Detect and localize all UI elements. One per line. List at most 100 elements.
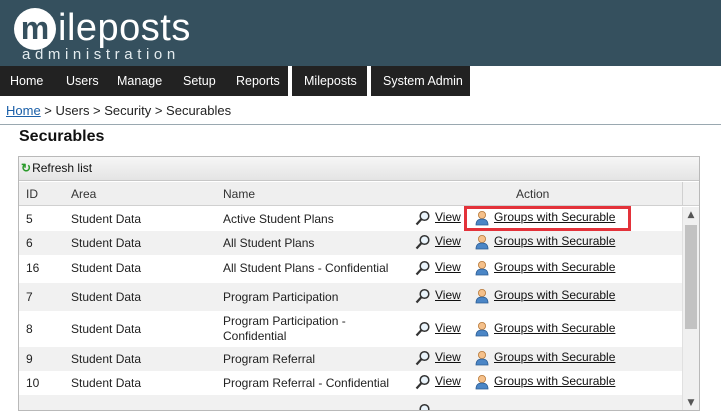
- column-header-action: Action: [516, 187, 550, 201]
- column-header-id[interactable]: ID: [26, 187, 38, 201]
- magnifier-icon: [415, 210, 430, 226]
- user-group-icon: [475, 375, 489, 390]
- view-label: View: [435, 288, 461, 303]
- scroll-down-arrow-icon[interactable]: ▼: [683, 395, 699, 410]
- view-label: View: [435, 350, 461, 365]
- magnifier-icon: [415, 234, 430, 250]
- groups-with-securable-link[interactable]: Groups with Securable: [474, 350, 615, 366]
- cell-name: Program Participation: [223, 290, 339, 304]
- logo-subtitle: administration: [22, 46, 180, 63]
- view-label: View: [435, 260, 461, 275]
- groups-label: Groups with Securable: [494, 260, 616, 275]
- cell-area: Student Data: [71, 322, 142, 336]
- nav-group-mileposts: Mileposts: [292, 66, 367, 96]
- cell-id: 5: [26, 212, 33, 226]
- logo-wordmark: ileposts: [58, 7, 191, 49]
- cell-id: 9: [26, 352, 33, 366]
- table-row: [19, 395, 682, 410]
- cell-name-line-1: Program Participation -: [223, 314, 346, 328]
- scrollbar-thumb[interactable]: [685, 225, 697, 329]
- cell-area: Student Data: [71, 236, 142, 250]
- cell-id: 10: [26, 376, 40, 390]
- table-row: 10 Student Data Program Referral - Confi…: [19, 371, 682, 395]
- cell-area: Student Data: [71, 261, 142, 275]
- view-link[interactable]: View: [415, 234, 461, 250]
- view-link[interactable]: View: [415, 210, 461, 226]
- refresh-icon: ↻: [21, 161, 32, 175]
- cell-name: Active Student Plans: [223, 212, 334, 226]
- nav-group-main: Home Users Manage Setup Reports: [0, 66, 288, 96]
- table-row: 6 Student Data All Student Plans View Gr…: [19, 231, 682, 255]
- view-label: View: [435, 321, 461, 336]
- user-group-icon: [475, 235, 489, 250]
- mileposts-logo[interactable]: m ileposts administration: [14, 6, 214, 64]
- groups-label: Groups with Securable: [494, 288, 616, 303]
- cell-name: All Student Plans - Confidential: [223, 261, 389, 275]
- cell-name-line-2: Confidential: [223, 329, 287, 343]
- column-header-area[interactable]: Area: [71, 187, 96, 201]
- cell-area: Student Data: [71, 376, 142, 390]
- user-group-icon: [475, 261, 489, 276]
- cell-id: 16: [26, 261, 40, 275]
- header-divider: [682, 182, 683, 206]
- table-row: 16 Student Data All Student Plans - Conf…: [19, 255, 682, 283]
- nav-system-admin[interactable]: System Admin: [383, 66, 463, 96]
- grid-toolbar: ↻Refresh list: [19, 157, 699, 181]
- view-link[interactable]: View: [415, 260, 461, 276]
- cell-id: 7: [26, 290, 33, 304]
- breadcrumb-home-link[interactable]: Home: [6, 103, 41, 118]
- grid-body: 5 Student Data Active Student Plans View…: [19, 207, 682, 410]
- cell-id: 8: [26, 322, 33, 336]
- groups-label: Groups with Securable: [494, 374, 616, 389]
- user-group-icon: [475, 351, 489, 366]
- magnifier-icon: [415, 374, 430, 390]
- header-banner: m ileposts administration: [0, 0, 721, 66]
- groups-label: Groups with Securable: [494, 350, 616, 365]
- groups-with-securable-link[interactable]: Groups with Securable: [474, 234, 615, 250]
- cell-area: Student Data: [71, 212, 142, 226]
- highlight-box: [464, 206, 631, 231]
- view-link[interactable]: View: [415, 350, 461, 366]
- groups-with-securable-link[interactable]: Groups with Securable: [474, 374, 615, 390]
- breadcrumb: Home > Users > Security > Securables: [6, 103, 231, 118]
- groups-with-securable-link[interactable]: Groups with Securable: [474, 260, 615, 276]
- view-link[interactable]: View: [415, 374, 461, 390]
- breadcrumb-divider: [0, 124, 721, 125]
- view-label: View: [435, 374, 461, 389]
- cell-area: Student Data: [71, 290, 142, 304]
- nav-mileposts[interactable]: Mileposts: [304, 66, 357, 96]
- view-label: View: [435, 210, 461, 225]
- magnifier-icon: [415, 260, 430, 276]
- nav-setup[interactable]: Setup: [183, 66, 216, 96]
- grid-header: ID Area Name Action: [19, 182, 699, 206]
- nav-users[interactable]: Users: [66, 66, 99, 96]
- magnifier-icon: [419, 403, 430, 410]
- nav-home[interactable]: Home: [10, 66, 43, 96]
- table-row: 8 Student Data Program Participation - C…: [19, 311, 682, 347]
- groups-with-securable-link[interactable]: Groups with Securable: [474, 321, 615, 337]
- groups-label: Groups with Securable: [494, 321, 616, 336]
- table-row: 7 Student Data Program Participation Vie…: [19, 283, 682, 311]
- cell-id: 6: [26, 236, 33, 250]
- scroll-up-arrow-icon[interactable]: ▲: [683, 207, 699, 223]
- nav-reports[interactable]: Reports: [236, 66, 280, 96]
- view-label: View: [435, 234, 461, 249]
- user-group-icon: [475, 322, 489, 337]
- cell-name: All Student Plans: [223, 236, 315, 250]
- cell-name: Program Referral: [223, 352, 316, 366]
- main-navigation: Home Users Manage Setup Reports Milepost…: [0, 66, 721, 96]
- cell-area: Student Data: [71, 352, 142, 366]
- vertical-scrollbar[interactable]: ▲ ▼: [682, 207, 699, 410]
- table-row: 9 Student Data Program Referral View Gro…: [19, 347, 682, 371]
- column-header-name[interactable]: Name: [223, 187, 255, 201]
- groups-with-securable-link[interactable]: Groups with Securable: [474, 288, 615, 304]
- app-window: m ileposts administration Home Users Man…: [0, 0, 721, 411]
- groups-label: Groups with Securable: [494, 234, 616, 249]
- magnifier-icon: [415, 288, 430, 304]
- view-link[interactable]: [415, 403, 431, 410]
- refresh-list-button[interactable]: ↻Refresh list: [21, 161, 92, 175]
- magnifier-icon: [415, 321, 430, 337]
- view-link[interactable]: View: [415, 321, 461, 337]
- nav-manage[interactable]: Manage: [117, 66, 162, 96]
- view-link[interactable]: View: [415, 288, 461, 304]
